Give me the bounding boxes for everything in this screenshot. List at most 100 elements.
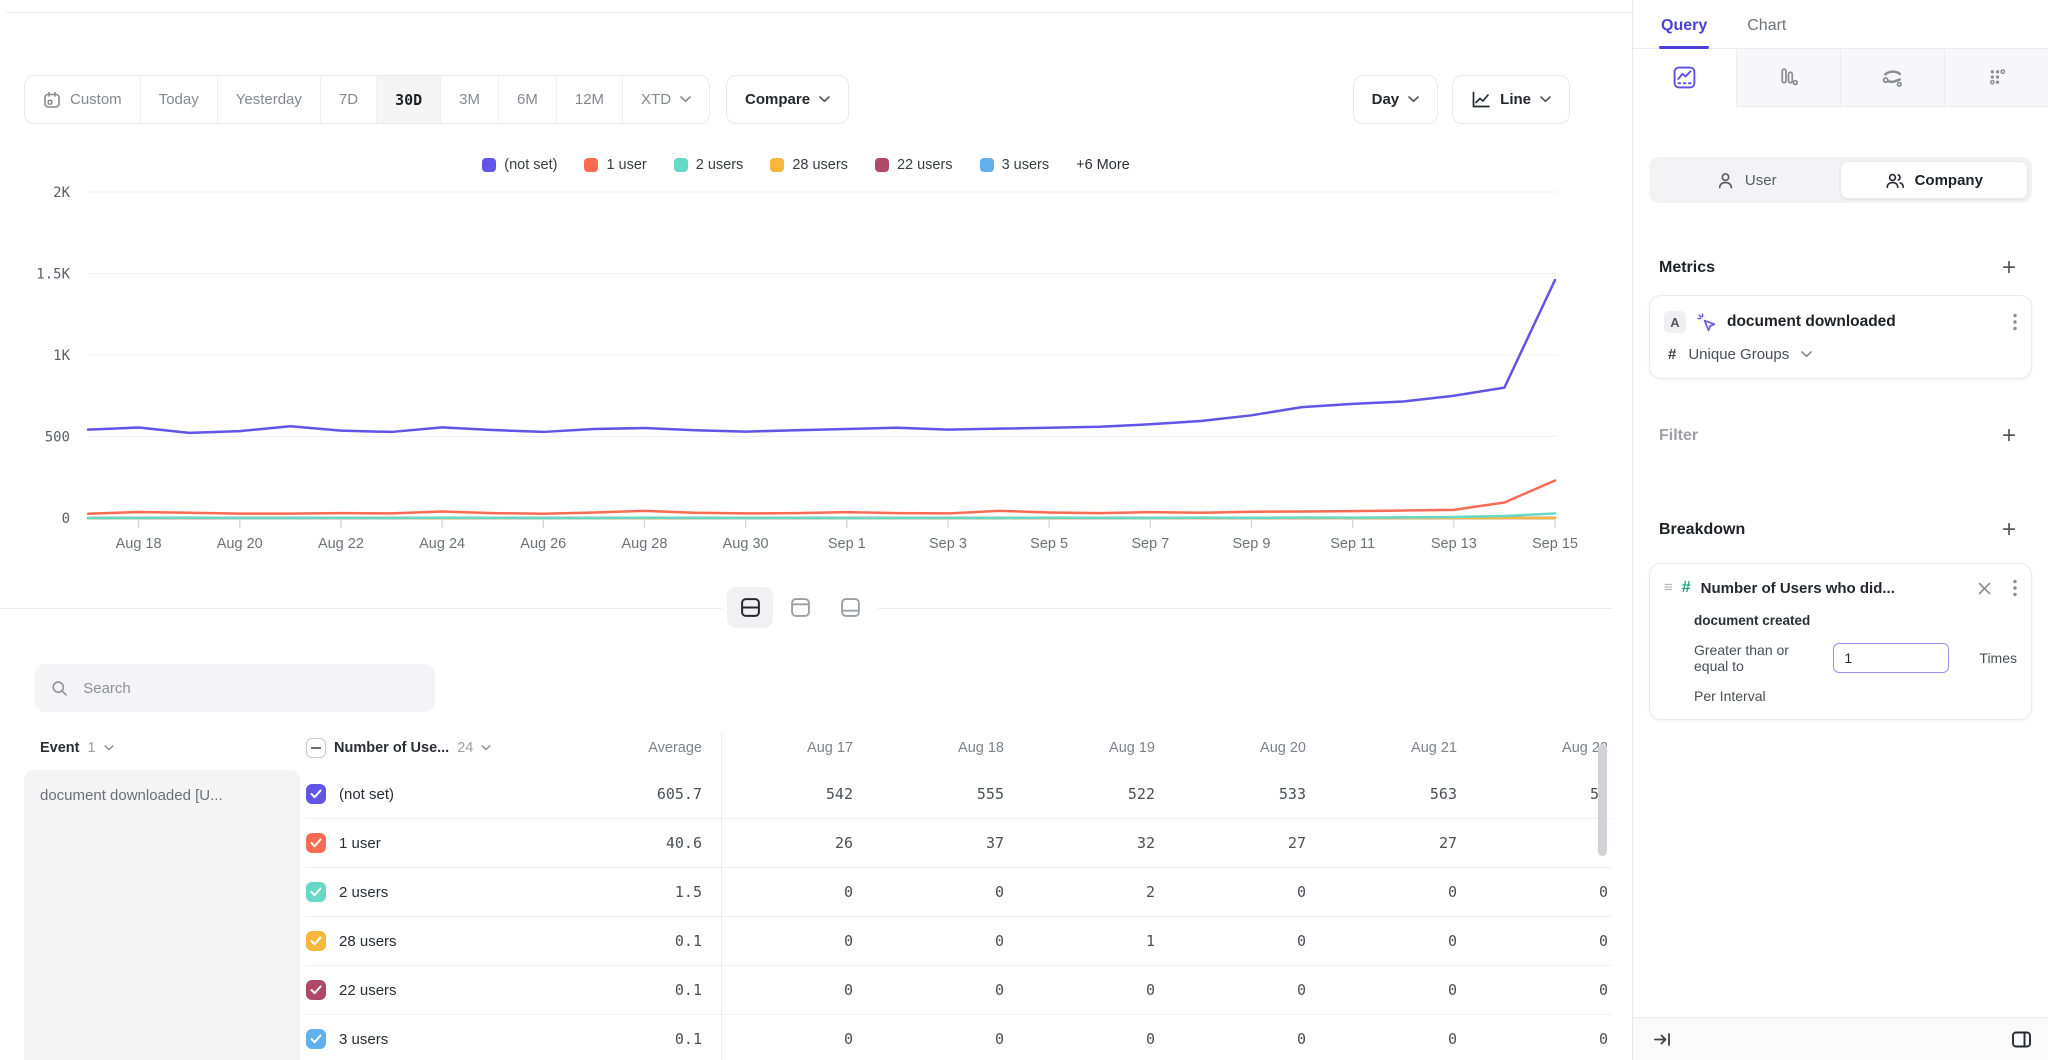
- date-range-6m[interactable]: 6M: [498, 76, 556, 123]
- check-icon: [310, 985, 322, 995]
- data-value-cell: 53: [1465, 785, 1612, 803]
- x-axis-label: Sep 13: [1431, 536, 1477, 552]
- x-axis-label: Sep 9: [1233, 536, 1271, 552]
- data-value-cell: 0: [1012, 981, 1163, 999]
- dot-grid-icon: [1984, 65, 2009, 90]
- table-header: Event 1 Number of Use... 24 Average Aug …: [0, 726, 1612, 770]
- date-column-header: Aug 19: [1012, 740, 1163, 756]
- breakdown-menu-button[interactable]: [2013, 579, 2017, 597]
- y-axis-label: 1K: [53, 348, 70, 364]
- line-chart-icon: [1672, 65, 1697, 90]
- event-column-header[interactable]: Event 1: [0, 740, 306, 756]
- chart-type-flow-tab[interactable]: [1840, 49, 1944, 107]
- tab-query[interactable]: Query: [1659, 0, 1709, 48]
- row-checkbox[interactable]: [306, 882, 326, 902]
- metrics-section-header: Metrics +: [1633, 257, 2048, 279]
- data-value-cell: 0: [1465, 1030, 1612, 1048]
- data-value-cell: 533: [1163, 785, 1314, 803]
- collapse-panel-button[interactable]: [1653, 1030, 1672, 1049]
- data-value-cell: 0: [1314, 1030, 1465, 1048]
- date-range-custom[interactable]: Custom: [25, 76, 140, 123]
- data-value-cell: 32: [1012, 834, 1163, 852]
- date-column-header: Aug 20: [1163, 740, 1314, 756]
- date-range-12m[interactable]: 12M: [556, 76, 622, 123]
- kebab-menu-icon: [2013, 579, 2017, 597]
- collapse-right-icon: [1653, 1030, 1672, 1049]
- select-all-checkbox[interactable]: [306, 738, 326, 758]
- entity-toggle: User Company: [1649, 157, 2032, 203]
- line-chart[interactable]: 05001K1.5K2KAug 18Aug 20Aug 22Aug 24Aug …: [0, 140, 1612, 564]
- row-checkbox[interactable]: [306, 980, 326, 1000]
- chevron-down-icon: [1801, 351, 1812, 358]
- y-axis-label: 2K: [53, 185, 70, 201]
- date-range-yesterday[interactable]: Yesterday: [217, 76, 320, 123]
- data-value-cell: 0: [1314, 932, 1465, 950]
- table-scrollbar[interactable]: [1598, 744, 1607, 856]
- data-value-cell: 0: [710, 883, 861, 901]
- row-checkbox[interactable]: [306, 784, 326, 804]
- add-metric-button[interactable]: +: [1996, 257, 2022, 279]
- check-icon: [310, 887, 322, 897]
- data-value-cell: 0: [1163, 932, 1314, 950]
- group-column-header[interactable]: Number of Use... 24: [306, 738, 560, 758]
- x-axis-label: Aug 22: [318, 536, 364, 552]
- metric-badge: A: [1664, 311, 1686, 333]
- average-value-cell: 605.7: [560, 785, 710, 803]
- entity-company-option[interactable]: Company: [1840, 161, 2029, 199]
- row-checkbox[interactable]: [306, 1029, 326, 1049]
- date-range-7d[interactable]: 7D: [320, 76, 376, 123]
- data-value-cell: 1: [1012, 932, 1163, 950]
- date-range-today[interactable]: Today: [140, 76, 217, 123]
- row-label-cell: (not set): [306, 784, 560, 804]
- metric-card[interactable]: A document downloaded # Unique Groups: [1649, 295, 2032, 379]
- calendar-icon: [43, 91, 61, 109]
- add-breakdown-button[interactable]: +: [1996, 519, 2022, 541]
- user-icon: [1716, 171, 1735, 190]
- date-range-xtd[interactable]: XTD: [622, 76, 709, 123]
- chart-type-dots-tab[interactable]: [1944, 49, 2048, 107]
- add-filter-button[interactable]: +: [1996, 425, 2022, 447]
- layout-chart-view-button[interactable]: [777, 587, 823, 628]
- event-sparkle-icon: [1696, 312, 1717, 333]
- tab-chart[interactable]: Chart: [1745, 0, 1788, 48]
- metric-menu-button[interactable]: [2013, 313, 2017, 331]
- date-range-30d[interactable]: 30D: [376, 76, 440, 123]
- search-input[interactable]: [81, 679, 419, 698]
- breakdown-condition-label[interactable]: Greater than or equal to: [1694, 642, 1821, 674]
- entity-user-option[interactable]: User: [1653, 161, 1840, 199]
- layout-table-view-button[interactable]: [827, 587, 873, 628]
- remove-breakdown-button[interactable]: [1978, 582, 1991, 595]
- metric-name[interactable]: document downloaded: [1727, 313, 2003, 331]
- date-column-header: Aug 17: [710, 740, 861, 756]
- layout-toggle-group: [722, 582, 878, 633]
- event-name-cell[interactable]: document downloaded [U...: [24, 770, 300, 1060]
- average-value-cell: 0.1: [560, 981, 710, 999]
- data-value-cell: 0: [710, 1030, 861, 1048]
- kebab-menu-icon: [2013, 313, 2017, 331]
- table-body: (not set)605.7542555522533563531 user40.…: [306, 770, 1612, 1060]
- row-checkbox[interactable]: [306, 931, 326, 951]
- company-icon: [1885, 171, 1905, 190]
- interval-dropdown[interactable]: Day: [1353, 75, 1439, 124]
- per-interval-label[interactable]: Per Interval: [1664, 688, 2017, 704]
- x-axis-label: Aug 30: [723, 536, 769, 552]
- average-column-header: Average: [560, 740, 710, 756]
- drag-handle-icon[interactable]: ≡: [1664, 583, 1672, 593]
- data-value-cell: 2: [1465, 834, 1612, 852]
- row-checkbox[interactable]: [306, 833, 326, 853]
- chart-type-dropdown[interactable]: Line: [1452, 75, 1570, 124]
- data-value-cell: 0: [1163, 883, 1314, 901]
- breakdown-name[interactable]: Number of Users who did...: [1701, 580, 1968, 597]
- layout-split-view-button[interactable]: [727, 587, 773, 628]
- chart-type-line-tab[interactable]: [1633, 49, 1736, 107]
- breakdown-section-header: Breakdown +: [1633, 519, 2048, 541]
- date-range-3m[interactable]: 3M: [440, 76, 498, 123]
- compare-button[interactable]: Compare: [726, 75, 849, 124]
- toggle-sidebar-button[interactable]: [2011, 1030, 2032, 1049]
- chart-type-bar-tab[interactable]: [1736, 49, 1840, 107]
- table-row: 2 users1.5002000: [306, 868, 1612, 917]
- times-value-input[interactable]: [1833, 643, 1949, 673]
- breakdown-card[interactable]: ≡ # Number of Users who did... document …: [1649, 563, 2032, 720]
- x-axis-label: Aug 28: [621, 536, 667, 552]
- measure-selector[interactable]: # Unique Groups: [1664, 346, 2017, 363]
